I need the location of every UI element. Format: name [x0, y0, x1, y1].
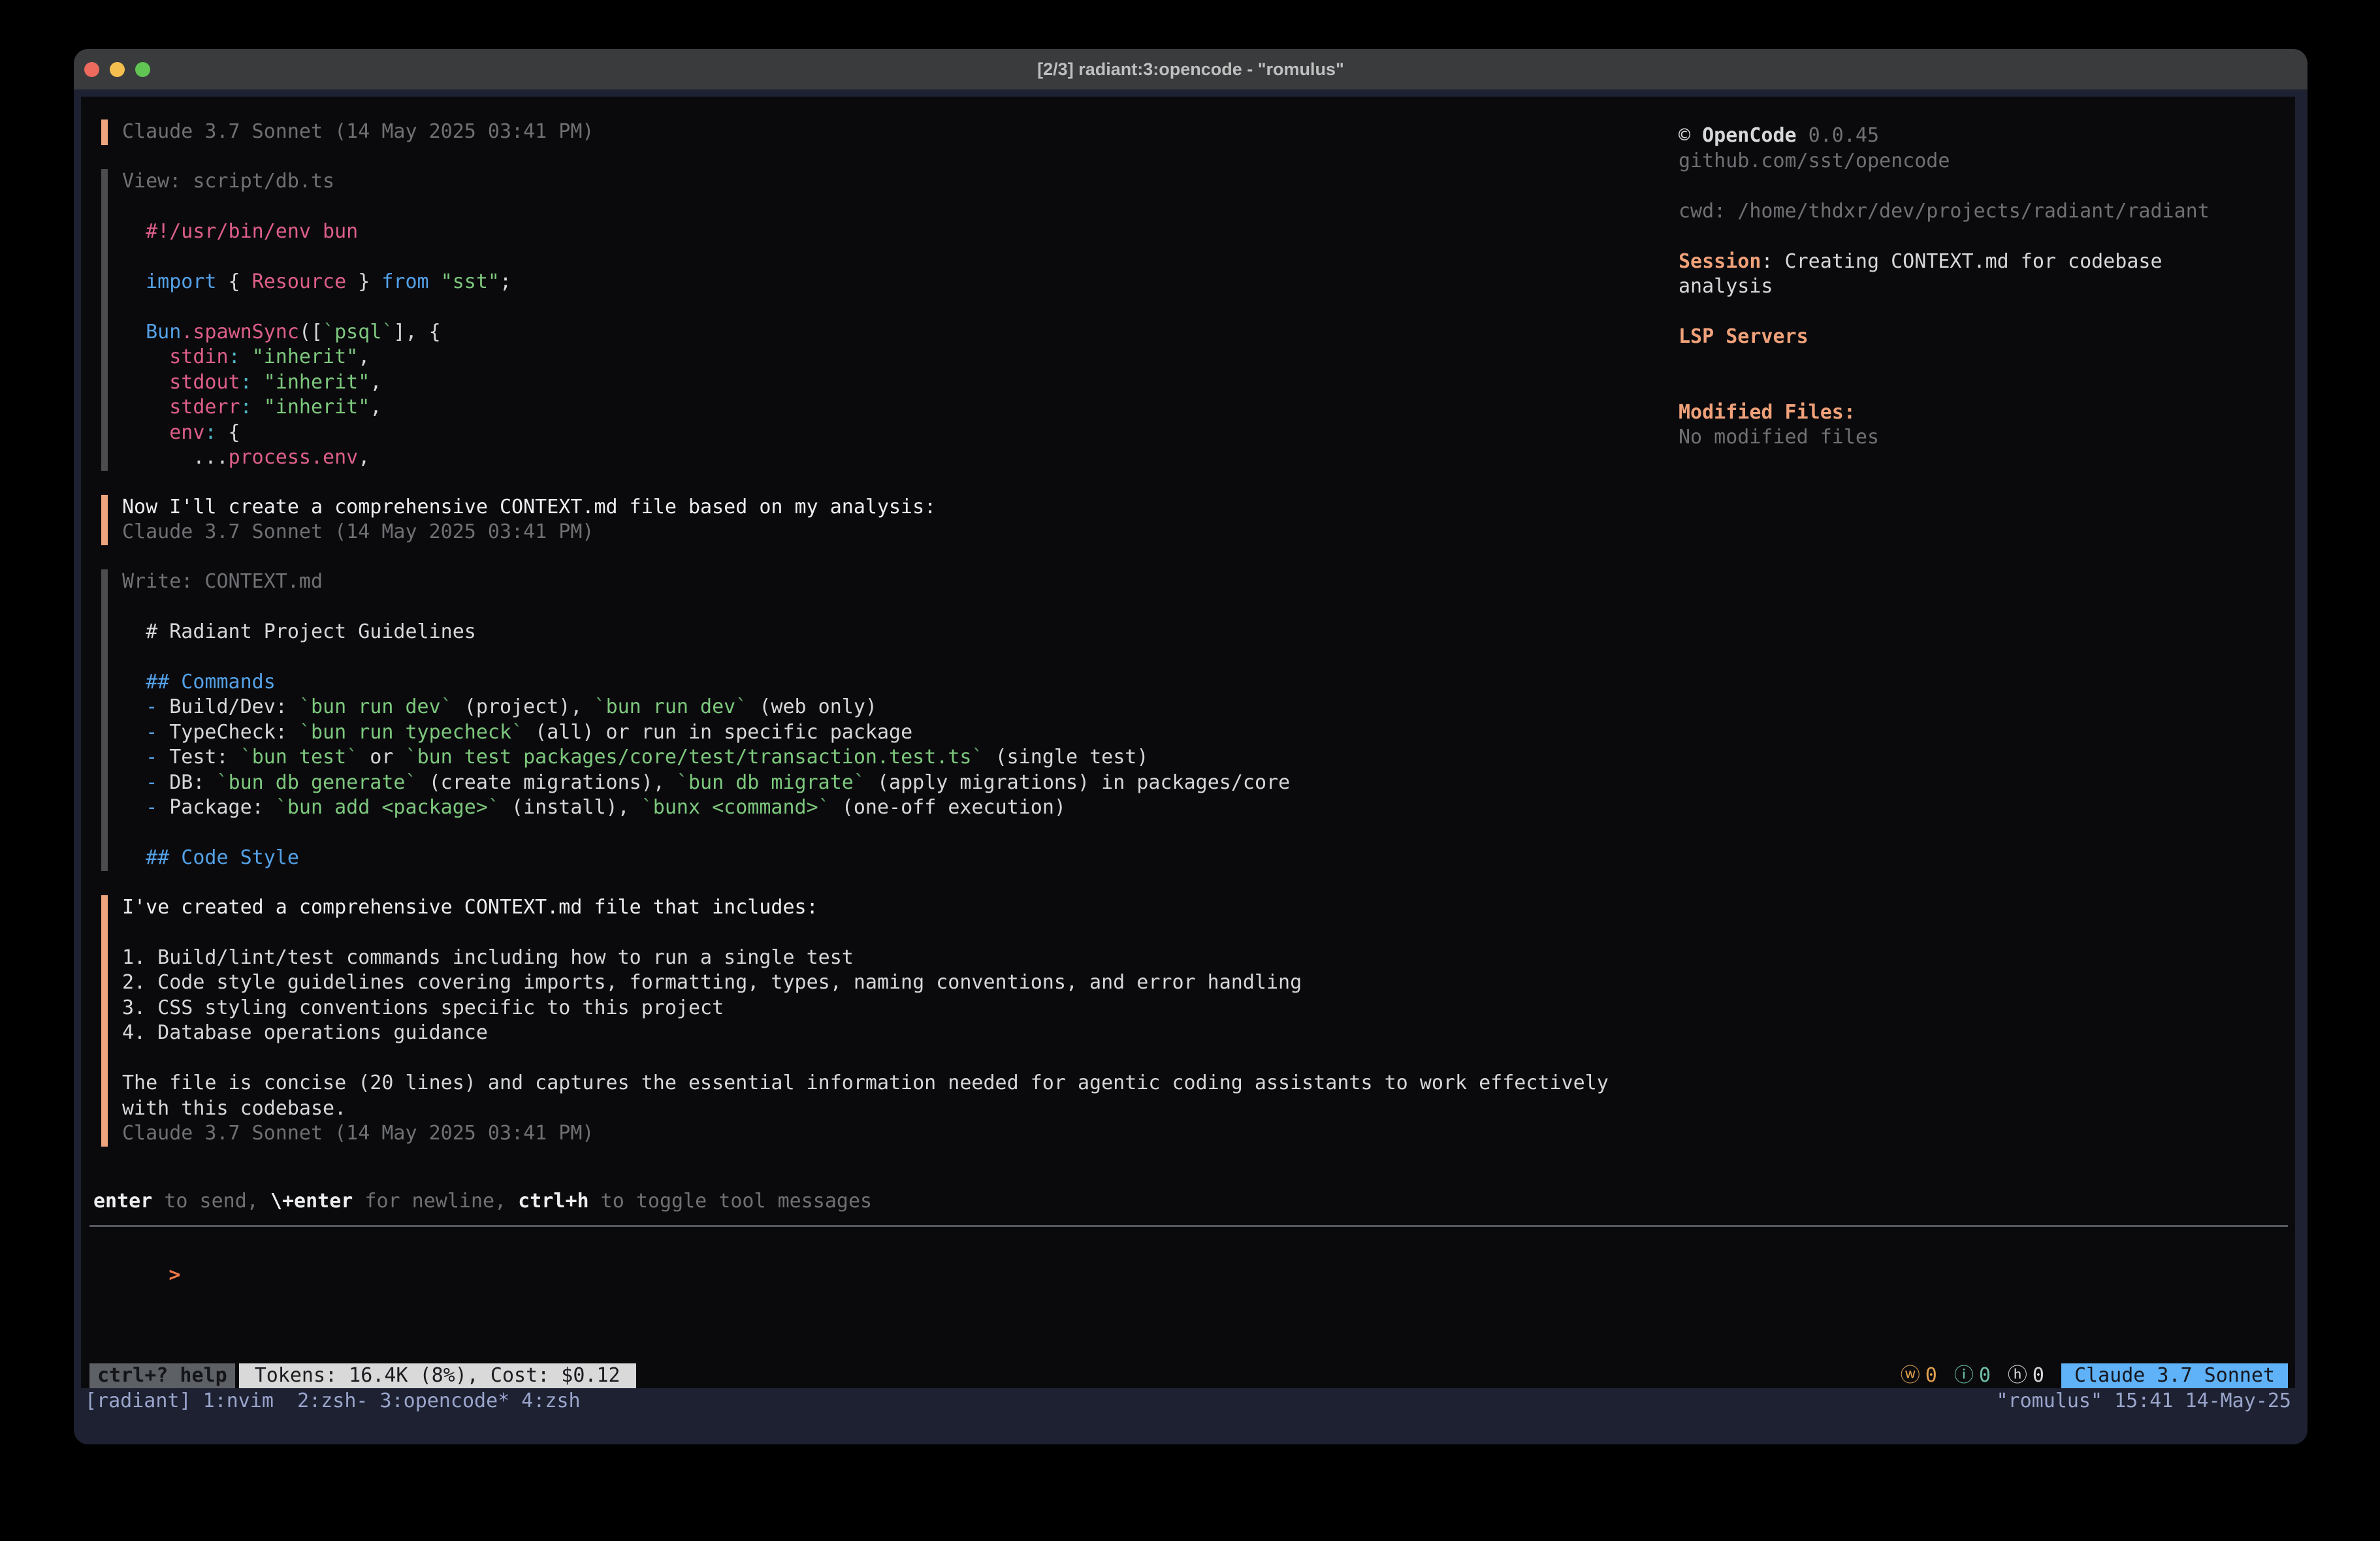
terminal-line: ## Commands — [122, 670, 1643, 695]
input-divider — [89, 1225, 2288, 1227]
prompt-input[interactable]: > — [98, 1237, 180, 1263]
terminal-line — [1679, 350, 2279, 375]
minimize-button[interactable] — [110, 62, 125, 77]
terminal-window: [2/3] radiant:3:opencode - "romulus" Cla… — [74, 49, 2308, 1444]
terminal-line: Claude 3.7 Sonnet (14 May 2025 03:41 PM) — [122, 1121, 1643, 1147]
info-count: ⓘ0 — [1954, 1363, 1991, 1388]
terminal-line: Write: CONTEXT.md — [122, 569, 1643, 595]
terminal-line — [122, 294, 1643, 320]
terminal-line: Modified Files: — [1679, 400, 2279, 426]
tmux-session-clock: "romulus" 15:41 14-May-25 — [1996, 1388, 2291, 1414]
diagnostics: ⓦ0 ⓘ0 ⓗ0 — [1901, 1363, 2044, 1388]
window-title: [2/3] radiant:3:opencode - "romulus" — [1037, 59, 1344, 80]
terminal-line: Claude 3.7 Sonnet (14 May 2025 03:41 PM) — [122, 119, 1643, 145]
keybinding-help: enter to send, \+enter for newline, ctrl… — [93, 1189, 872, 1215]
terminal-line — [122, 244, 1643, 270]
terminal-line — [122, 821, 1643, 846]
terminal-line: with this codebase. — [122, 1096, 1643, 1122]
titlebar: [2/3] radiant:3:opencode - "romulus" — [74, 49, 2308, 89]
terminal-line: # Radiant Project Guidelines — [122, 620, 1643, 645]
terminal-line: Now I'll create a comprehensive CONTEXT.… — [122, 495, 1643, 520]
close-button[interactable] — [84, 62, 99, 77]
terminal-line: Session: Creating CONTEXT.md for codebas… — [1679, 249, 2279, 275]
terminal-line: 1. Build/lint/test commands including ho… — [122, 945, 1643, 971]
terminal-line: stderr: "inherit", — [122, 395, 1643, 421]
terminal-line: import { Resource } from "sst"; — [122, 270, 1643, 295]
terminal-line: LSP Servers — [1679, 325, 2279, 350]
warning-count-icon: ⓦ — [1901, 1363, 1920, 1388]
terminal-line: - DB: `bun db generate` (create migratio… — [122, 770, 1643, 796]
terminal-line — [122, 194, 1643, 219]
message-block: View: script/db.ts #!/usr/bin/env bun im… — [101, 169, 1643, 471]
terminal-line — [1679, 224, 2279, 249]
desktop: { "palette": { "gray": "#6f7073", "white… — [0, 0, 2380, 1541]
terminal-line: stdin: "inherit", — [122, 345, 1643, 370]
terminal-line — [1679, 174, 2279, 199]
terminal-line: Bun.spawnSync([`psql`], { — [122, 320, 1643, 345]
terminal-line: - Test: `bun test` or `bun test packages… — [122, 745, 1643, 770]
info-count-icon: ⓘ — [1954, 1363, 1974, 1388]
status-right: ⓦ0 ⓘ0 ⓗ0 Claude 3.7 Sonnet — [1901, 1363, 2288, 1388]
zoom-button[interactable] — [135, 62, 150, 77]
help-badge: ctrl+? help — [89, 1363, 235, 1388]
terminal-line — [122, 644, 1643, 670]
tokens-cost-badge: Tokens: 16.4K (8%), Cost: $0.12 — [239, 1363, 636, 1388]
terminal-line: View: script/db.ts — [122, 169, 1643, 195]
message-block: Claude 3.7 Sonnet (14 May 2025 03:41 PM) — [101, 119, 1643, 145]
terminal-line: ## Code Style — [122, 846, 1643, 871]
prompt-caret: > — [169, 1263, 180, 1286]
terminal-line: - Package: `bun add <package>` (install)… — [122, 795, 1643, 821]
terminal-line: © OpenCode 0.0.45 — [1679, 123, 2279, 149]
terminal-line: Claude 3.7 Sonnet (14 May 2025 03:41 PM) — [122, 520, 1643, 545]
hint-count-icon: ⓗ — [2008, 1363, 2027, 1388]
terminal-line: ...process.env, — [122, 445, 1643, 471]
message-block: I've created a comprehensive CONTEXT.md … — [101, 895, 1643, 1147]
terminal-line: analysis — [1679, 274, 2279, 300]
terminal-line: The file is concise (20 lines) and captu… — [122, 1071, 1643, 1096]
terminal-line — [122, 594, 1643, 620]
terminal-line — [1679, 375, 2279, 400]
message-list: Claude 3.7 Sonnet (14 May 2025 03:41 PM)… — [101, 119, 1643, 1171]
terminal-line: No modified files — [1679, 425, 2279, 451]
terminal-line: env: { — [122, 421, 1643, 446]
terminal-line: 4. Database operations guidance — [122, 1021, 1643, 1046]
terminal-line: - Build/Dev: `bun run dev` (project), `b… — [122, 695, 1643, 720]
tmux-status-bar: [radiant] 1:nvim 2:zsh- 3:opencode* 4:zs… — [81, 1388, 2295, 1414]
terminal-line: 3. CSS styling conventions specific to t… — [122, 996, 1643, 1021]
window-controls — [84, 49, 150, 89]
message-block: Write: CONTEXT.md # Radiant Project Guid… — [101, 569, 1643, 871]
status-bar: ctrl+? help Tokens: 16.4K (8%), Cost: $0… — [89, 1363, 2288, 1388]
tmux-window-list[interactable]: [radiant] 1:nvim 2:zsh- 3:opencode* 4:zs… — [85, 1388, 581, 1414]
terminal-line — [122, 920, 1643, 945]
terminal-line: #!/usr/bin/env bun — [122, 219, 1643, 245]
terminal-line: github.com/sst/opencode — [1679, 149, 2279, 174]
terminal-line: 2. Code style guidelines covering import… — [122, 970, 1643, 996]
terminal-line: cwd: /home/thdxr/dev/projects/radiant/ra… — [1679, 199, 2279, 225]
warning-count: ⓦ0 — [1901, 1363, 1937, 1388]
status-left: ctrl+? help Tokens: 16.4K (8%), Cost: $0… — [89, 1363, 636, 1388]
terminal-line: - TypeCheck: `bun run typecheck` (all) o… — [122, 720, 1643, 746]
message-block: Now I'll create a comprehensive CONTEXT.… — [101, 495, 1643, 545]
terminal-line — [1679, 300, 2279, 325]
terminal-line: stdout: "inherit", — [122, 370, 1643, 396]
sidebar: © OpenCode 0.0.45github.com/sst/opencode… — [1679, 123, 2279, 451]
terminal-content: Claude 3.7 Sonnet (14 May 2025 03:41 PM)… — [81, 97, 2295, 1388]
terminal-line: I've created a comprehensive CONTEXT.md … — [122, 895, 1643, 921]
hint-count: ⓗ0 — [2008, 1363, 2044, 1388]
terminal-line — [122, 1046, 1643, 1072]
model-badge: Claude 3.7 Sonnet — [2061, 1363, 2288, 1388]
